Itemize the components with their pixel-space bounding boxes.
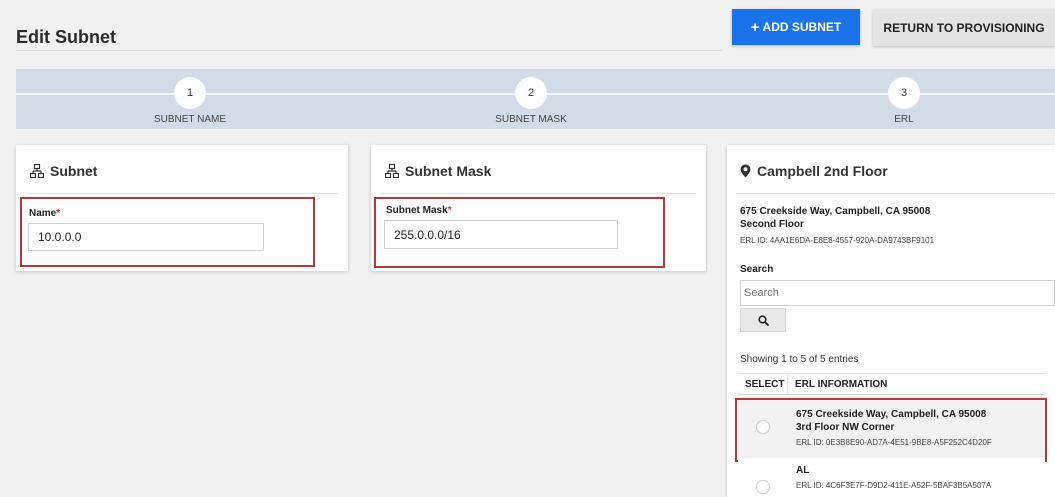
column-header-erl-information[interactable]: ERL INFORMATION: [788, 374, 887, 394]
step-label: SUBNET NAME: [153, 114, 227, 125]
step-number: 1: [174, 77, 206, 109]
step-label: SUBNET MASK: [495, 114, 567, 125]
card-divider: [737, 193, 1055, 194]
search-input[interactable]: [740, 280, 1055, 306]
highlight-name-field: [20, 197, 315, 267]
search-button[interactable]: [740, 308, 786, 332]
step-label: ERL: [894, 114, 914, 125]
row-address: AL: [796, 465, 810, 476]
page-title: Edit Subnet: [16, 27, 116, 47]
erl-card-header: Campbell 2nd Floor: [740, 163, 888, 179]
highlight-selected-row: [735, 398, 1047, 462]
row-erl-id: ERL ID: 4C6F3E7F-D9D2-411E-A52F-5BAF3B5A…: [796, 481, 992, 490]
entries-info: Showing 1 to 5 of 5 entries: [740, 354, 859, 365]
plus-icon: +: [750, 18, 760, 36]
title-divider: [16, 50, 722, 51]
highlight-mask-field: [374, 197, 665, 268]
add-subnet-label: ADD SUBNET: [762, 20, 842, 34]
erl-address: 675 Creekside Way, Campbell, CA 95008: [740, 206, 931, 217]
network-icon: [385, 164, 399, 178]
step-erl[interactable]: 3 ERL: [814, 77, 994, 125]
subnet-card-title: Subnet: [50, 163, 98, 179]
add-subnet-button[interactable]: + ADD SUBNET: [732, 9, 860, 45]
column-header-select[interactable]: SELECT: [738, 374, 788, 394]
search-icon: [757, 314, 769, 326]
row-select-radio[interactable]: [756, 480, 770, 494]
erl-location: Second Floor: [740, 219, 804, 230]
search-label: Search: [740, 264, 774, 275]
wizard-stepper: 1 SUBNET NAME 2 SUBNET MASK 3 ERL: [16, 69, 1055, 129]
step-subnet-mask[interactable]: 2 SUBNET MASK: [441, 77, 621, 125]
table-row[interactable]: AL ERL ID: 4C6F3E7F-D9D2-411E-A52F-5BAF3…: [738, 460, 1045, 497]
card-divider: [381, 193, 696, 194]
erl-table-header: SELECT ERL INFORMATION: [738, 373, 1045, 395]
step-number: 3: [888, 77, 920, 109]
return-to-provisioning-button[interactable]: RETURN TO PROVISIONING: [873, 9, 1055, 46]
step-number: 2: [515, 77, 547, 109]
step-subnet-name[interactable]: 1 SUBNET NAME: [100, 77, 280, 125]
card-divider: [26, 193, 338, 194]
erl-card-title: Campbell 2nd Floor: [757, 163, 888, 179]
subnet-mask-card-header: Subnet Mask: [385, 163, 491, 179]
subnet-card-header: Subnet: [30, 163, 97, 179]
map-pin-icon: [740, 164, 751, 178]
network-icon: [30, 164, 44, 178]
subnet-mask-card-title: Subnet Mask: [405, 163, 492, 179]
erl-id: ERL ID: 4AA1E6DA-E8E8-4557-920A-DA9743BF…: [740, 236, 935, 245]
